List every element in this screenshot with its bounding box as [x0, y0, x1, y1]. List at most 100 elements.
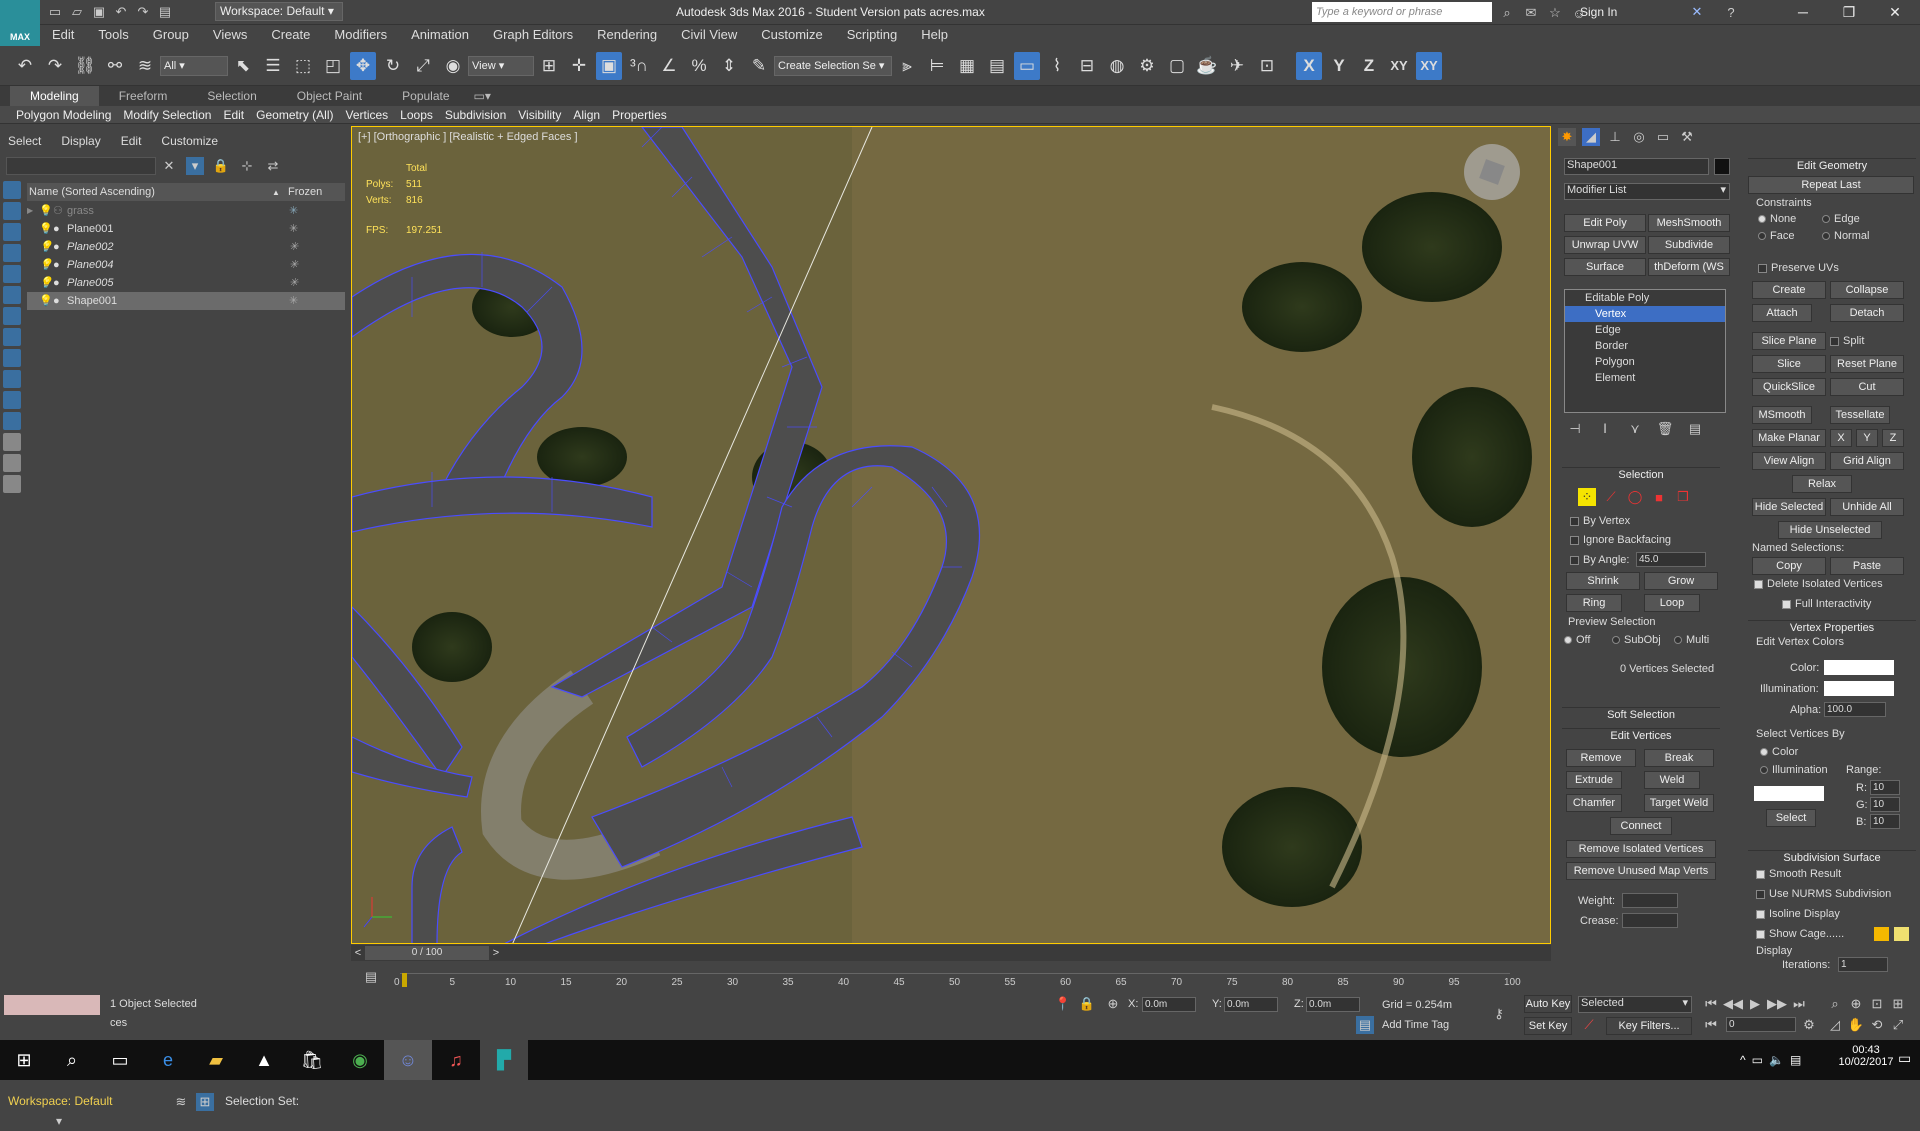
explorer-row-plane004[interactable]: 💡 ● Plane004 ✳ [27, 256, 345, 274]
layer-explorer-icon[interactable]: ▦ [954, 52, 980, 80]
current-frame-field[interactable]: 0 [1726, 1017, 1796, 1032]
binoculars-icon[interactable]: ⌕ [1498, 4, 1516, 22]
edit-named-selection-icon[interactable]: ✎ [746, 52, 772, 80]
pan-icon[interactable]: ✋ [1847, 1016, 1865, 1034]
display-invert-icon[interactable] [3, 454, 21, 472]
ribbon-options-icon[interactable]: ▭▾ [470, 86, 495, 106]
quickslice-button[interactable]: QuickSlice [1752, 378, 1826, 396]
tray-expand-icon[interactable]: ^ [1740, 1053, 1746, 1067]
break-button[interactable]: Break [1644, 749, 1714, 767]
link-icon[interactable]: ⛓ [72, 52, 98, 80]
pivot-center-icon[interactable]: ⊞ [536, 52, 562, 80]
absolute-mode-icon[interactable]: ⊕ [1104, 995, 1122, 1013]
explorer-menu-select[interactable]: Select [8, 134, 41, 148]
display-tab-icon[interactable]: ▭ [1654, 128, 1672, 146]
time-tag-icon[interactable]: ▤ [1356, 1016, 1374, 1034]
time-cursor[interactable] [402, 973, 407, 987]
new-file-icon[interactable]: ▭ [46, 3, 64, 21]
select-by-name-icon[interactable]: ☰ [260, 52, 286, 80]
angle-snap-icon[interactable]: ∠ [656, 52, 682, 80]
object-name-field[interactable]: Shape001 [1564, 158, 1709, 175]
place-icon[interactable]: ◉ [440, 52, 466, 80]
explorer-menu-edit[interactable]: Edit [121, 134, 142, 148]
view-align-button[interactable]: View Align [1752, 452, 1826, 470]
selection-lock-icon[interactable]: 🔒 [1078, 995, 1096, 1013]
display-lights-icon[interactable] [3, 223, 21, 241]
chrome-icon[interactable]: ◉ [336, 1040, 384, 1080]
remove-button[interactable]: Remove [1566, 749, 1636, 767]
remove-modifier-icon[interactable]: 🗑 [1656, 420, 1674, 438]
windows-start-icon[interactable]: ⊞ [0, 1040, 48, 1080]
preview-multi-radio[interactable]: Multi [1674, 634, 1709, 646]
track-bar[interactable]: 0 5 10 15 20 25 30 35 40 45 50 55 60 65 70 75 80 85 90 95 10… [394, 973, 1521, 993]
show-cage-checkbox[interactable]: Show Cage...... [1756, 928, 1844, 940]
tab-object-paint[interactable]: Object Paint [277, 86, 382, 106]
bind-space-warp-icon[interactable]: ≋ [132, 52, 158, 80]
z-coordinate-field[interactable]: 0.0m [1306, 997, 1360, 1012]
x-coordinate-field[interactable]: 0.0m [1142, 997, 1196, 1012]
panel-geometry-all[interactable]: Geometry (All) [250, 106, 339, 124]
hide-unselected-button[interactable]: Hide Unselected [1778, 521, 1882, 539]
explorer-row-plane005[interactable]: 💡 ● Plane005 ✳ [27, 274, 345, 292]
column-frozen[interactable]: Frozen [284, 186, 322, 198]
ignore-backfacing-checkbox[interactable]: Ignore Backfacing [1570, 534, 1671, 546]
weld-button[interactable]: Weld [1644, 771, 1700, 789]
stack-element[interactable]: Element [1565, 370, 1725, 386]
edge-level-icon[interactable]: ⟋ [1602, 488, 1620, 506]
frozen-icon[interactable]: ✳ [289, 256, 298, 274]
task-view-icon[interactable]: ▭ [96, 1040, 144, 1080]
menu-tools[interactable]: Tools [86, 25, 140, 45]
range-g-field[interactable]: 10 [1870, 797, 1900, 812]
axis-x-button[interactable]: X [1296, 51, 1322, 80]
subscription-icon[interactable]: ✉ [1522, 4, 1540, 22]
display-all-icon[interactable] [3, 412, 21, 430]
redo-icon[interactable]: ↷ [42, 52, 68, 80]
show-end-result-icon[interactable]: Ⅰ [1596, 420, 1614, 438]
manipulate-icon[interactable]: ✛ [566, 52, 592, 80]
clear-search-icon[interactable]: ✕ [160, 157, 178, 175]
viewport-label[interactable]: [+] [Orthographic ] [Realistic + Edged F… [358, 131, 578, 143]
select-scale-icon[interactable]: ⤢ [410, 52, 436, 80]
frozen-icon[interactable]: ✳ [289, 220, 298, 238]
tab-freeform[interactable]: Freeform [99, 86, 188, 106]
soft-selection-rollout[interactable]: Soft Selection [1562, 707, 1720, 721]
crease-field[interactable] [1622, 913, 1678, 928]
filter-options-icon[interactable] [3, 475, 21, 493]
snaps-toggle-icon[interactable]: ³∩ [626, 52, 652, 80]
menu-scripting[interactable]: Scripting [835, 25, 910, 45]
tab-selection[interactable]: Selection [187, 86, 276, 106]
filter-icon[interactable]: ▾ [186, 157, 204, 175]
schematic-view-icon[interactable]: ⊟ [1074, 52, 1100, 80]
range-b-field[interactable]: 10 [1870, 814, 1900, 829]
repeat-last-button[interactable]: Repeat Last [1748, 176, 1914, 194]
menu-customize[interactable]: Customize [749, 25, 834, 45]
visibility-bulb-icon[interactable]: 💡 [39, 274, 53, 292]
hide-selected-button[interactable]: Hide Selected [1752, 498, 1826, 516]
target-weld-button[interactable]: Target Weld [1644, 794, 1714, 812]
grow-button[interactable]: Grow [1644, 572, 1718, 590]
preview-subobj-radio[interactable]: SubObj [1612, 634, 1661, 646]
frozen-icon[interactable]: ✳ [289, 292, 298, 310]
display-shapes-icon[interactable] [3, 202, 21, 220]
by-vertex-checkbox[interactable]: By Vertex [1570, 515, 1630, 527]
maximize-button[interactable]: ❐ [1826, 0, 1872, 25]
detach-button[interactable]: Detach [1830, 304, 1904, 322]
weight-field[interactable] [1622, 893, 1678, 908]
display-bones-icon[interactable] [3, 349, 21, 367]
axis-xy-toggle-button[interactable]: XY [1416, 51, 1442, 80]
next-frame-icon[interactable]: ▶▶ [1767, 995, 1787, 1013]
loop-button[interactable]: Loop [1644, 594, 1700, 612]
visibility-bulb-icon[interactable]: 💡 [39, 238, 53, 256]
undo-icon[interactable]: ↶ [12, 52, 38, 80]
explorer-mode-icon[interactable]: ⊞ [196, 1093, 214, 1111]
panel-properties[interactable]: Properties [606, 106, 673, 124]
tessellate-button[interactable]: Tessellate [1830, 406, 1890, 424]
msmooth-button[interactable]: MSmooth [1752, 406, 1812, 424]
add-time-tag-button[interactable]: Add Time Tag [1382, 1019, 1449, 1031]
select-object-icon[interactable]: ⬉ [230, 52, 256, 80]
search-input[interactable]: Type a keyword or phrase [1312, 2, 1492, 22]
itunes-icon[interactable]: ♫ [432, 1040, 480, 1080]
edit-poly-button[interactable]: Edit Poly [1564, 214, 1646, 232]
key-filters-button[interactable]: Key Filters... [1606, 1017, 1692, 1035]
menu-help[interactable]: Help [909, 25, 960, 45]
